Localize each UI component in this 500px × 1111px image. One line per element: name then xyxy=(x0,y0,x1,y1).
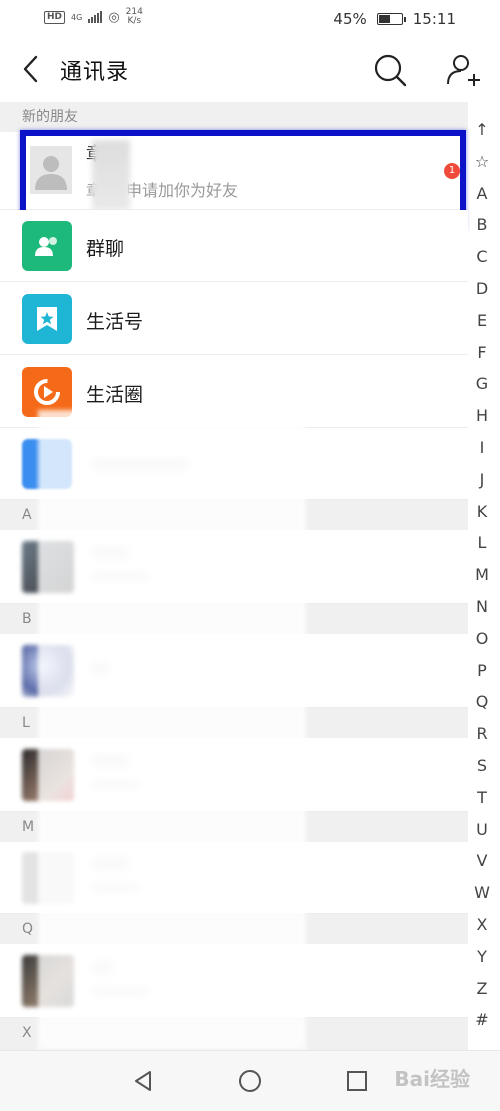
speed-unit: K/s xyxy=(127,16,142,26)
index-letter[interactable]: J xyxy=(470,464,494,496)
alphabet-index[interactable]: ↑ ☆ A B C D E F G H I J K L M N O P Q R S T U V W X Y Z # xyxy=(470,114,494,1036)
index-letter[interactable]: G xyxy=(470,368,494,400)
index-letter[interactable]: L xyxy=(470,527,494,559)
status-right: 45% 15:11 xyxy=(333,10,456,28)
square-recents-icon xyxy=(347,1071,367,1091)
nav-home-button[interactable] xyxy=(238,1069,262,1093)
status-bar: HD 4G ◎ 214 K/s 45% 15:11 xyxy=(0,0,500,38)
circle-home-icon xyxy=(239,1070,261,1092)
index-letter[interactable]: R xyxy=(470,718,494,750)
watermark: Bai经验 xyxy=(394,1067,470,1091)
group-chat-icon xyxy=(22,221,72,271)
index-letter[interactable]: X xyxy=(470,909,494,941)
index-letter[interactable]: Y xyxy=(470,941,494,973)
nav-back-button[interactable] xyxy=(131,1069,155,1093)
index-letter[interactable]: E xyxy=(470,305,494,337)
nav-recents-button[interactable] xyxy=(345,1069,369,1093)
index-letter[interactable]: Q xyxy=(470,686,494,718)
life-circle-label: 生活圈 xyxy=(86,384,144,406)
life-account-icon xyxy=(22,294,72,344)
battery-icon xyxy=(376,13,406,25)
index-letter[interactable]: # xyxy=(470,1004,494,1036)
back-button[interactable] xyxy=(18,52,48,86)
group-chat-item[interactable]: 群聊 xyxy=(0,210,468,282)
chevron-left-icon xyxy=(23,55,38,83)
index-letter[interactable]: ☆ xyxy=(470,146,494,178)
clock: 15:11 xyxy=(412,10,456,28)
search-icon xyxy=(374,54,407,87)
signal-icon xyxy=(88,11,103,23)
index-letter[interactable]: V xyxy=(470,845,494,877)
hotspot-icon: ◎ xyxy=(108,9,120,25)
index-letter[interactable]: U xyxy=(470,814,494,846)
index-letter[interactable]: A xyxy=(470,178,494,210)
add-user-icon xyxy=(447,55,480,86)
hd-indicator: HD xyxy=(44,10,66,24)
index-letter[interactable]: D xyxy=(470,273,494,305)
index-letter[interactable]: N xyxy=(470,591,494,623)
life-account-label: 生活号 xyxy=(86,311,144,333)
index-letter[interactable]: M xyxy=(470,559,494,591)
status-left: HD 4G ◎ 214 K/s xyxy=(44,8,143,26)
group-chat-label: 群聊 xyxy=(86,238,125,260)
index-letter[interactable]: W xyxy=(470,877,494,909)
system-nav-bar: Bai经验 xyxy=(0,1050,500,1111)
battery-percent: 45% xyxy=(333,10,367,28)
index-letter[interactable]: P xyxy=(470,655,494,687)
add-friend-button[interactable] xyxy=(444,52,482,88)
triangle-back-icon xyxy=(135,1071,151,1091)
network-speed: 214 K/s xyxy=(126,8,143,26)
index-letter[interactable]: H xyxy=(470,400,494,432)
index-letter[interactable]: I xyxy=(470,432,494,464)
page-title: 通讯录 xyxy=(60,60,130,85)
index-letter[interactable]: Z xyxy=(470,973,494,1005)
index-letter[interactable]: F xyxy=(470,337,494,369)
section-header-new-friends: 新的朋友 xyxy=(0,102,468,132)
app-header: 通讯录 xyxy=(0,38,500,102)
search-button[interactable] xyxy=(372,52,408,88)
index-letter[interactable]: ↑ xyxy=(470,114,494,146)
index-letter[interactable]: T xyxy=(470,782,494,814)
index-letter[interactable]: B xyxy=(470,209,494,241)
life-account-item[interactable]: 生活号 xyxy=(0,282,468,355)
network-type: 4G xyxy=(71,12,83,22)
index-letter[interactable]: O xyxy=(470,623,494,655)
privacy-blur-panel xyxy=(38,410,306,1050)
index-letter[interactable]: C xyxy=(470,241,494,273)
index-letter[interactable]: K xyxy=(470,496,494,528)
index-letter[interactable]: S xyxy=(470,750,494,782)
